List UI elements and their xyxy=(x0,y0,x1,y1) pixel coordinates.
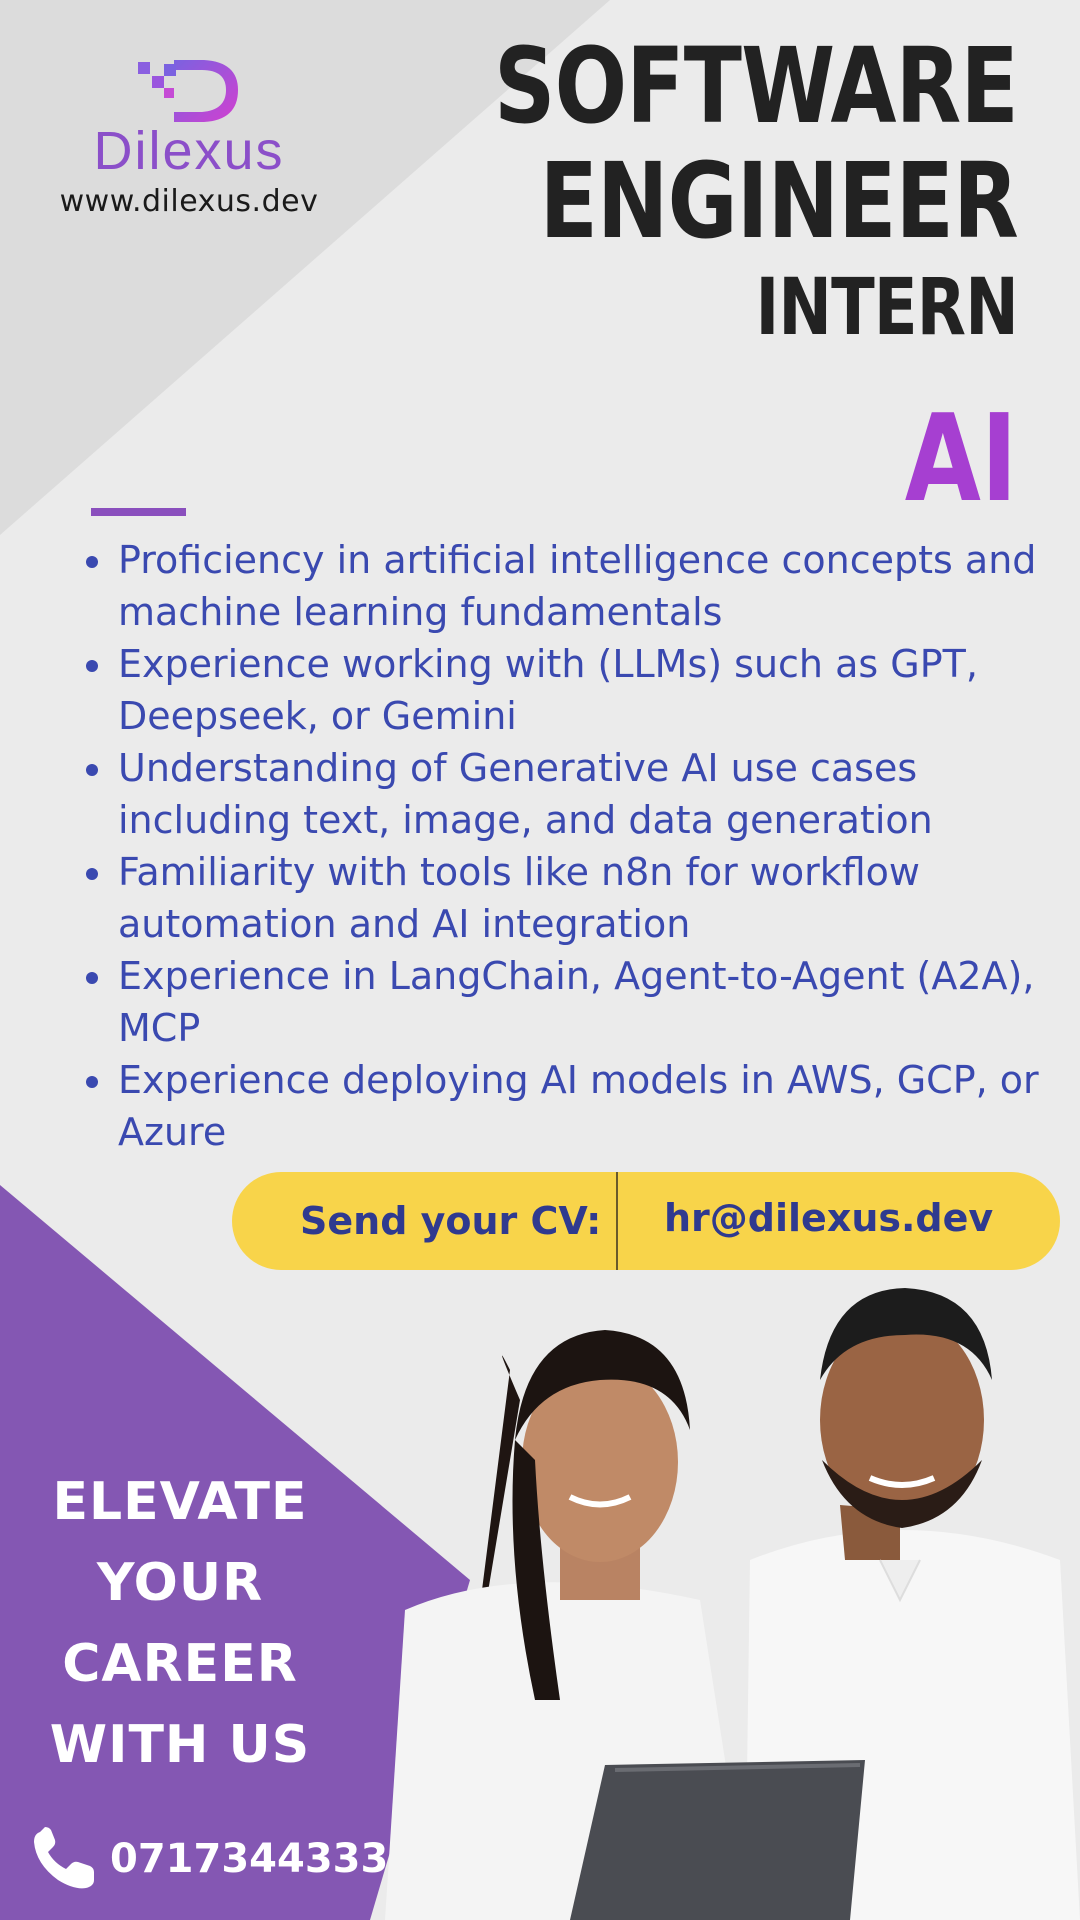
slogan-line: WITH US xyxy=(49,1715,311,1775)
requirement-item: Familiarity with tools like n8n for work… xyxy=(82,846,1042,950)
cta-divider xyxy=(616,1172,618,1270)
dilexus-logo-icon xyxy=(138,60,238,122)
accent-divider xyxy=(91,508,186,516)
requirement-item: Experience in LangChain, Agent-to-Agent … xyxy=(82,950,1042,1054)
job-title: SOFTWARE ENGINEER INTERN xyxy=(379,25,1019,356)
send-cv-label: Send your CV: xyxy=(300,1199,602,1243)
job-poster: Dilexus www.dilexus.dev SOFTWARE ENGINEE… xyxy=(0,0,1080,1920)
send-cv-banner[interactable]: Send your CV: hr@dilexus.dev xyxy=(232,1172,1060,1270)
brand-name: Dilexus xyxy=(93,121,285,181)
requirement-item: Experience working with (LLMs) such as G… xyxy=(82,638,1042,742)
title-line-1: SOFTWARE xyxy=(494,25,1019,147)
hr-email-link[interactable]: hr@dilexus.dev xyxy=(664,1172,993,1264)
slogan-line: ELEVATE xyxy=(52,1472,308,1532)
brand-logo[interactable]: Dilexus www.dilexus.dev xyxy=(44,56,334,219)
career-slogan: ELEVATE YOUR CAREER WITH US xyxy=(30,1462,330,1786)
slogan-line: CAREER xyxy=(62,1634,298,1694)
title-line-2: ENGINEER xyxy=(539,140,1019,262)
slogan-line: YOUR xyxy=(96,1553,264,1613)
laptop xyxy=(570,1760,865,1920)
specialty-tag: AI xyxy=(905,390,1018,529)
requirement-item: Understanding of Generative AI use cases… xyxy=(82,742,1042,846)
phone-contact[interactable]: 0717344333 xyxy=(30,1826,388,1892)
title-line-3: INTERN xyxy=(755,263,1018,353)
requirement-item: Proficiency in artificial intelligence c… xyxy=(82,534,1042,638)
requirement-item: Experience deploying AI models in AWS, G… xyxy=(82,1054,1042,1158)
requirements-list: Proficiency in artificial intelligence c… xyxy=(82,534,1042,1158)
website-link[interactable]: www.dilexus.dev xyxy=(44,184,334,219)
phone-icon xyxy=(34,1827,94,1889)
phone-number[interactable]: 0717344333 xyxy=(110,1836,388,1882)
